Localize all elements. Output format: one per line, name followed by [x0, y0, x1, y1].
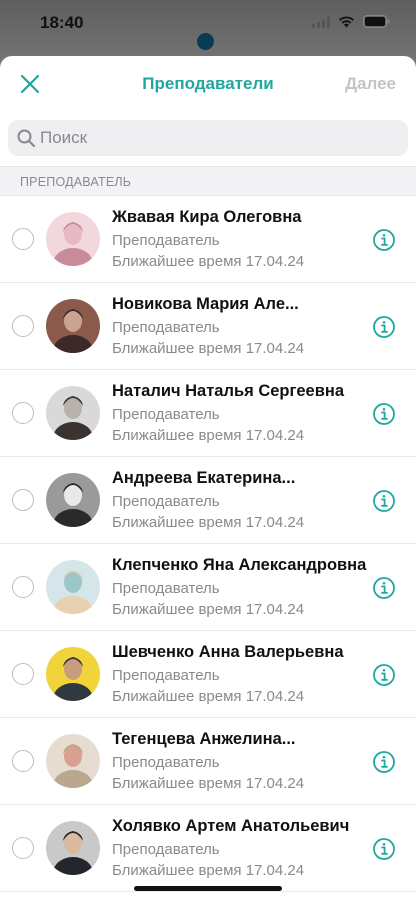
teacher-row[interactable]: Тегенцева Анжелина... Преподаватель Ближай…: [0, 718, 416, 805]
nearest-time: Ближайшее время 17.04.24: [112, 775, 305, 792]
select-radio[interactable]: [12, 576, 34, 598]
teacher-row[interactable]: Наталич Наталья Сергеевна Преподаватель Бл…: [0, 370, 416, 457]
info-button[interactable]: [372, 837, 396, 861]
nearest-time: Ближайшее время 17.04.24: [112, 253, 305, 270]
teacher-row[interactable]: Новикова Мария Але... Преподаватель Ближай…: [0, 283, 416, 370]
teacher-name: Клепченко Яна Александровна: [112, 556, 367, 574]
select-radio[interactable]: [12, 402, 34, 424]
nearest-time: Ближайшее время 17.04.24: [112, 862, 305, 879]
nearest-time: Ближайшее время 17.04.24: [112, 427, 305, 444]
avatar: [46, 473, 100, 527]
info-icon: [373, 316, 395, 338]
search-bar: [0, 110, 416, 166]
teacher-role: Преподаватель: [112, 754, 220, 771]
teacher-name: Шевченко Анна Валерьевна: [112, 643, 344, 661]
info-icon: [373, 838, 395, 860]
info-icon: [373, 751, 395, 773]
signal-icon: [312, 15, 330, 33]
status-time: 18:40: [40, 13, 84, 32]
teacher-role: Преподаватель: [112, 580, 220, 597]
teacher-list: Жвавая Кира Олеговна Преподаватель Ближайш…: [0, 196, 416, 892]
next-button[interactable]: Далее: [345, 74, 396, 94]
teacher-role: Преподаватель: [112, 232, 220, 249]
info-icon: [373, 577, 395, 599]
avatar: [46, 212, 100, 266]
avatar: [46, 821, 100, 875]
avatar: [46, 734, 100, 788]
teacher-row[interactable]: Жвавая Кира Олеговна Преподаватель Ближайш…: [0, 196, 416, 283]
teacher-name: Тегенцева Анжелина...: [112, 730, 296, 748]
teacher-name: Андреева Екатерина...: [112, 469, 296, 487]
teachers-sheet: Преподаватели Далее ПРЕПОДАВАТЕЛЬ Жвавая…: [0, 56, 416, 900]
info-button[interactable]: [372, 315, 396, 339]
teacher-role: Преподаватель: [112, 493, 220, 510]
info-button[interactable]: [372, 489, 396, 513]
search-input[interactable]: [40, 128, 380, 148]
info-button[interactable]: [372, 663, 396, 687]
info-icon: [373, 229, 395, 251]
teacher-name: Холявко Артем Анатольевич: [112, 817, 350, 835]
select-radio[interactable]: [12, 750, 34, 772]
teacher-role: Преподаватель: [112, 319, 220, 336]
info-icon: [373, 403, 395, 425]
avatar: [46, 386, 100, 440]
nav-bar: Преподаватели Далее: [0, 56, 416, 110]
info-button[interactable]: [372, 228, 396, 252]
avatar: [46, 560, 100, 614]
teacher-role: Преподаватель: [112, 406, 220, 423]
teacher-name: Новикова Мария Але...: [112, 295, 299, 313]
info-icon: [373, 490, 395, 512]
select-radio[interactable]: [12, 315, 34, 337]
teacher-row[interactable]: Холявко Артем Анатольевич Преподаватель Бл…: [0, 805, 416, 892]
select-radio[interactable]: [12, 837, 34, 859]
info-button[interactable]: [372, 576, 396, 600]
search-field[interactable]: [8, 120, 408, 156]
select-radio[interactable]: [12, 489, 34, 511]
info-button[interactable]: [372, 402, 396, 426]
teacher-row[interactable]: Клепченко Яна Александровна Преподаватель…: [0, 544, 416, 631]
avatar: [46, 647, 100, 701]
nearest-time: Ближайшее время 17.04.24: [112, 340, 305, 357]
section-header: ПРЕПОДАВАТЕЛЬ: [0, 166, 416, 196]
info-button[interactable]: [372, 750, 396, 774]
select-radio[interactable]: [12, 663, 34, 685]
wifi-icon: [338, 15, 355, 33]
teacher-role: Преподаватель: [112, 841, 220, 858]
teacher-role: Преподаватель: [112, 667, 220, 684]
nearest-time: Ближайшее время 17.04.24: [112, 601, 305, 618]
info-icon: [373, 664, 395, 686]
home-indicator: [134, 886, 282, 891]
teacher-row[interactable]: Андреева Екатерина... Преподаватель Ближай…: [0, 457, 416, 544]
camera-dot: [197, 33, 214, 50]
teacher-name: Наталич Наталья Сергеевна: [112, 382, 345, 400]
battery-icon: [363, 15, 390, 33]
nearest-time: Ближайшее время 17.04.24: [112, 514, 305, 531]
search-icon: [17, 129, 36, 148]
avatar: [46, 299, 100, 353]
teacher-row[interactable]: Шевченко Анна Валерьевна Преподаватель Бли…: [0, 631, 416, 718]
nearest-time: Ближайшее время 17.04.24: [112, 688, 305, 705]
status-icons: [312, 15, 390, 33]
teacher-name: Жвавая Кира Олеговна: [112, 208, 302, 226]
select-radio[interactable]: [12, 228, 34, 250]
